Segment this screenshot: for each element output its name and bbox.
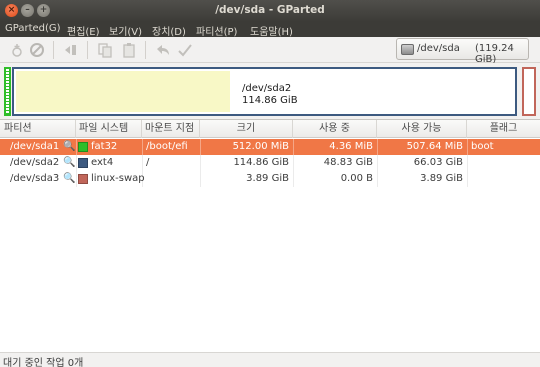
row-flags: boot: [471, 141, 494, 152]
toolbar-separator: [53, 41, 54, 59]
column-partition[interactable]: 파티션: [0, 120, 76, 138]
resize-move-icon[interactable]: [63, 42, 79, 58]
row-available: 66.03 GiB: [413, 157, 463, 168]
toolbar-separator: [145, 41, 146, 59]
partition-table: 파티션 파일 시스템 마운트 지점 크기 사용 중 사용 가능 플래그 /dev…: [0, 119, 540, 352]
column-divider: [76, 155, 77, 171]
row-size: 3.89 GiB: [246, 173, 289, 184]
table-header: 파티션 파일 시스템 마운트 지점 크기 사용 중 사용 가능 플래그: [0, 120, 540, 138]
row-mountpoint: /boot/efi: [146, 141, 188, 152]
device-size: (119.24 GiB): [475, 43, 514, 65]
row-used: 48.83 GiB: [323, 157, 373, 168]
menu-gparted[interactable]: GParted(G): [5, 23, 61, 34]
column-divider: [142, 155, 143, 171]
title-bar: × – + /dev/sda - GParted: [0, 0, 540, 22]
copy-icon[interactable]: [97, 42, 113, 58]
status-bar: 대기 중인 작업 0개: [0, 352, 540, 367]
partition-block-sda3[interactable]: [522, 67, 536, 116]
key-icon: 🔍: [63, 157, 76, 168]
column-filesystem[interactable]: 파일 시스템: [76, 120, 142, 138]
partition-map: /dev/sda2 114.86 GiB: [0, 63, 540, 118]
key-icon: 🔍: [63, 173, 76, 184]
row-filesystem: fat32: [91, 141, 118, 152]
menu-partition[interactable]: 파티션(P): [196, 23, 237, 38]
column-mountpoint[interactable]: 마운트 지점: [142, 120, 200, 138]
column-available[interactable]: 사용 가능: [377, 120, 467, 138]
table-row[interactable]: /dev/sda2 🔍 ext4 / 114.86 GiB 48.83 GiB …: [0, 155, 540, 171]
column-divider: [76, 139, 77, 155]
harddisk-icon: [401, 44, 414, 55]
toolbar-separator: [87, 41, 88, 59]
column-flags[interactable]: 플래그: [467, 120, 540, 138]
delete-icon[interactable]: [29, 42, 45, 58]
used-space-bar: [16, 71, 230, 112]
filesystem-color-swatch: [78, 174, 88, 184]
row-available: 3.89 GiB: [420, 173, 463, 184]
column-used[interactable]: 사용 중: [293, 120, 377, 138]
new-partition-icon[interactable]: [9, 42, 25, 58]
column-size[interactable]: 크기: [200, 120, 293, 138]
partition-block-name: /dev/sda2: [242, 83, 292, 94]
row-partition: /dev/sda1: [10, 141, 60, 152]
row-size: 114.86 GiB: [233, 157, 289, 168]
menu-view[interactable]: 보기(V): [109, 23, 142, 38]
row-mountpoint: /: [146, 157, 150, 168]
menu-bar: GParted(G) 편집(E) 보기(V) 장치(D) 파티션(P) 도움말(…: [0, 22, 540, 38]
row-available: 507.64 MiB: [406, 141, 463, 152]
table-row[interactable]: /dev/sda3 🔍 linux-swap 3.89 GiB 0.00 B 3…: [0, 171, 540, 187]
swap-inner: [526, 71, 532, 112]
pending-operations-status: 대기 중인 작업 0개: [3, 358, 84, 367]
column-divider: [467, 139, 468, 155]
row-used: 4.36 MiB: [329, 141, 373, 152]
partition-block-sda2[interactable]: /dev/sda2 114.86 GiB: [12, 67, 517, 116]
menu-edit[interactable]: 편집(E): [67, 23, 100, 38]
window-title: /dev/sda - GParted: [215, 4, 325, 16]
apply-icon[interactable]: [177, 42, 193, 58]
paste-icon[interactable]: [121, 42, 137, 58]
row-filesystem: linux-swap: [91, 173, 145, 184]
column-divider: [76, 171, 77, 187]
partition-block-size: 114.86 GiB: [242, 95, 298, 106]
row-filesystem: ext4: [91, 157, 114, 168]
partition-block-sda1[interactable]: [4, 67, 11, 116]
filesystem-color-swatch: [78, 158, 88, 168]
device-selector[interactable]: /dev/sda (119.24 GiB): [396, 38, 529, 65]
menu-device[interactable]: 장치(D): [152, 23, 186, 38]
column-divider: [142, 171, 143, 187]
column-divider: [142, 139, 143, 155]
row-partition: /dev/sda3: [10, 173, 60, 184]
key-icon: 🔍: [63, 141, 76, 152]
row-size: 512.00 MiB: [232, 141, 289, 152]
column-divider: [467, 171, 468, 187]
device-name: /dev/sda: [417, 43, 460, 54]
filesystem-color-swatch: [78, 142, 88, 152]
row-used: 0.00 B: [340, 173, 373, 184]
table-row[interactable]: /dev/sda1 🔍 fat32 /boot/efi 512.00 MiB 4…: [0, 139, 540, 155]
undo-icon[interactable]: [155, 42, 171, 58]
column-divider: [467, 155, 468, 171]
row-partition: /dev/sda2: [10, 157, 60, 168]
menu-help[interactable]: 도움말(H): [250, 23, 293, 38]
